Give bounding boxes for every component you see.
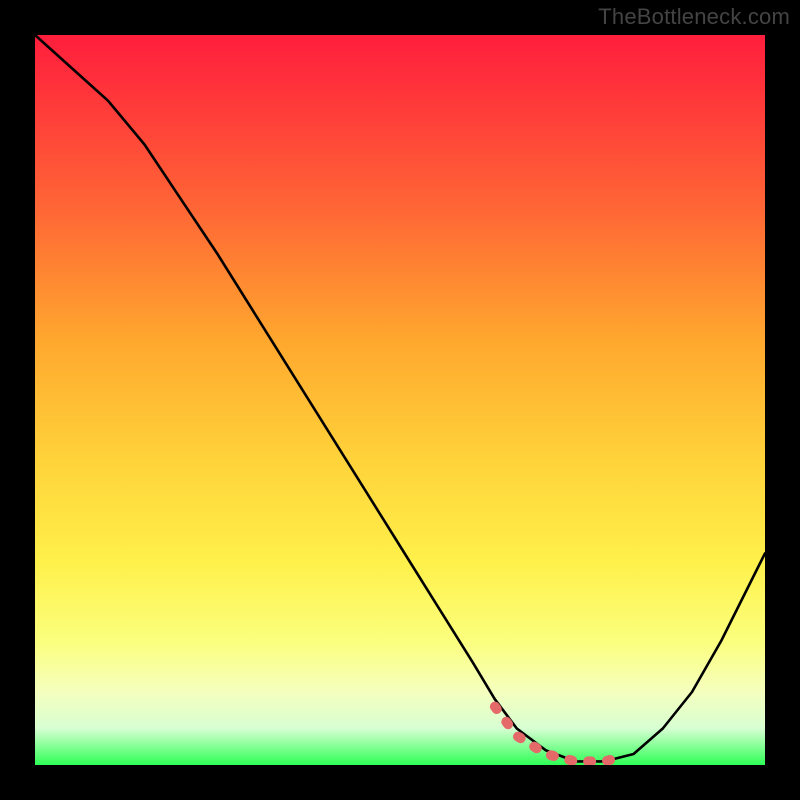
curve-line: [35, 35, 765, 761]
highlight-segment: [495, 707, 619, 762]
chart-plot-area: [35, 35, 765, 765]
watermark-text: TheBottleneck.com: [598, 4, 790, 30]
chart-svg: [35, 35, 765, 765]
chart-frame: TheBottleneck.com: [0, 0, 800, 800]
